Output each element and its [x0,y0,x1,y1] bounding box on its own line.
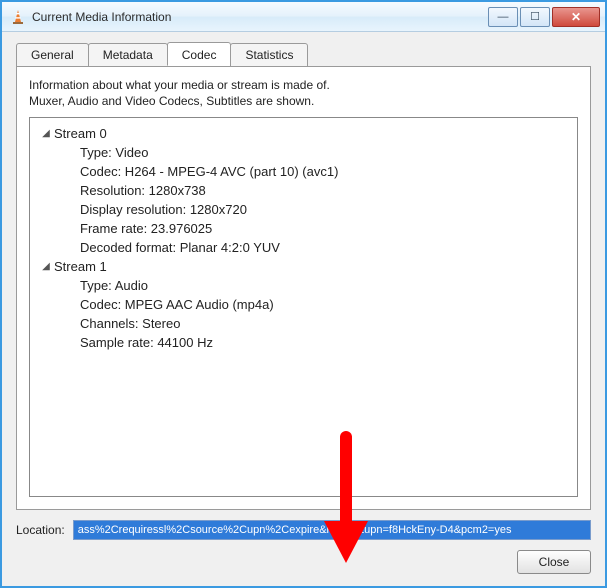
window-controls: — ☐ ✕ [488,7,600,27]
desc-line-1: Information about what your media or str… [29,78,330,92]
collapse-icon: ◢ [40,128,52,139]
tab-metadata[interactable]: Metadata [88,43,168,67]
stream-property: Codec: MPEG AAC Audio (mp4a) [34,295,573,314]
stream-label: Stream 0 [54,126,107,141]
stream-property: Decoded format: Planar 4:2:0 YUV [34,238,573,257]
collapse-icon: ◢ [40,261,52,272]
tab-codec[interactable]: Codec [167,42,232,66]
stream-property: Codec: H264 - MPEG-4 AVC (part 10) (avc1… [34,162,573,181]
stream-label: Stream 1 [54,259,107,274]
tabstrip: General Metadata Codec Statistics [16,42,591,66]
close-button[interactable]: Close [517,550,591,574]
maximize-button[interactable]: ☐ [520,7,550,27]
stream-property: Resolution: 1280x738 [34,181,573,200]
dialog-buttons: Close [16,550,591,574]
minimize-button[interactable]: — [488,7,518,27]
app-icon [10,9,26,25]
stream-property: Type: Audio [34,276,573,295]
codec-tree[interactable]: ◢Stream 0Type: VideoCodec: H264 - MPEG-4… [29,117,578,497]
stream-property: Sample rate: 44100 Hz [34,333,573,352]
location-row: Location: [16,520,591,540]
maximize-icon: ☐ [530,10,540,23]
stream-property: Type: Video [34,143,573,162]
location-label: Location: [16,523,65,537]
stream-property: Display resolution: 1280x720 [34,200,573,219]
tab-general[interactable]: General [16,43,89,67]
close-icon: ✕ [571,10,581,24]
stream-property: Frame rate: 23.976025 [34,219,573,238]
stream-header[interactable]: ◢Stream 0 [34,124,573,143]
window-title: Current Media Information [32,10,482,24]
codec-tab-body: Information about what your media or str… [16,66,591,510]
minimize-icon: — [498,11,509,23]
location-field[interactable] [73,520,591,540]
client-area: General Metadata Codec Statistics Inform… [2,32,605,586]
tab-statistics[interactable]: Statistics [230,43,308,67]
close-window-button[interactable]: ✕ [552,7,600,27]
titlebar: Current Media Information — ☐ ✕ [2,2,605,32]
stream-property: Channels: Stereo [34,314,573,333]
stream-header[interactable]: ◢Stream 1 [34,257,573,276]
desc-line-2: Muxer, Audio and Video Codecs, Subtitles… [29,94,314,108]
codec-description: Information about what your media or str… [29,77,578,109]
